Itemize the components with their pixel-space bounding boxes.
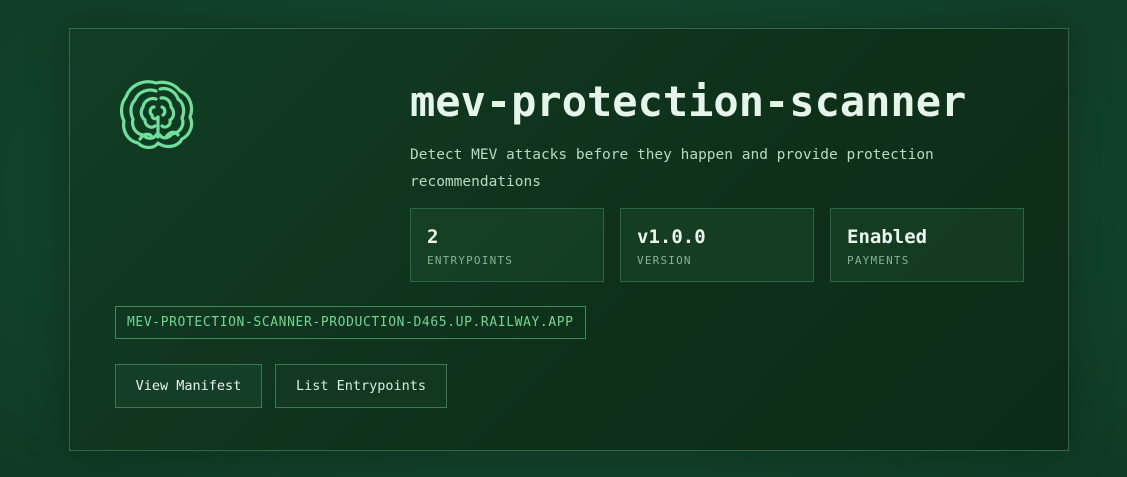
stat-value: v1.0.0 (637, 226, 706, 248)
stat-label: PAYMENTS (847, 254, 910, 267)
list-entrypoints-button[interactable]: List Entrypoints (275, 364, 447, 408)
stat-value: Enabled (847, 226, 928, 248)
app-description: Detect MEV attacks before they happen an… (410, 147, 934, 190)
agent-card: mev-protection-scanner Detect MEV attack… (69, 28, 1069, 451)
stat-payments: Enabled PAYMENTS (830, 208, 1024, 282)
stat-version: v1.0.0 VERSION (620, 208, 814, 282)
view-manifest-button[interactable]: View Manifest (115, 364, 262, 408)
stat-value: 2 (427, 226, 439, 248)
brain-icon (116, 73, 198, 155)
service-url-link[interactable]: MEV-PROTECTION-SCANNER-PRODUCTION-D465.U… (115, 306, 586, 339)
stat-label: ENTRYPOINTS (427, 254, 514, 267)
stat-entrypoints: 2 ENTRYPOINTS (410, 208, 604, 282)
stat-label: VERSION (637, 254, 692, 267)
page-title: mev-protection-scanner (410, 77, 967, 126)
